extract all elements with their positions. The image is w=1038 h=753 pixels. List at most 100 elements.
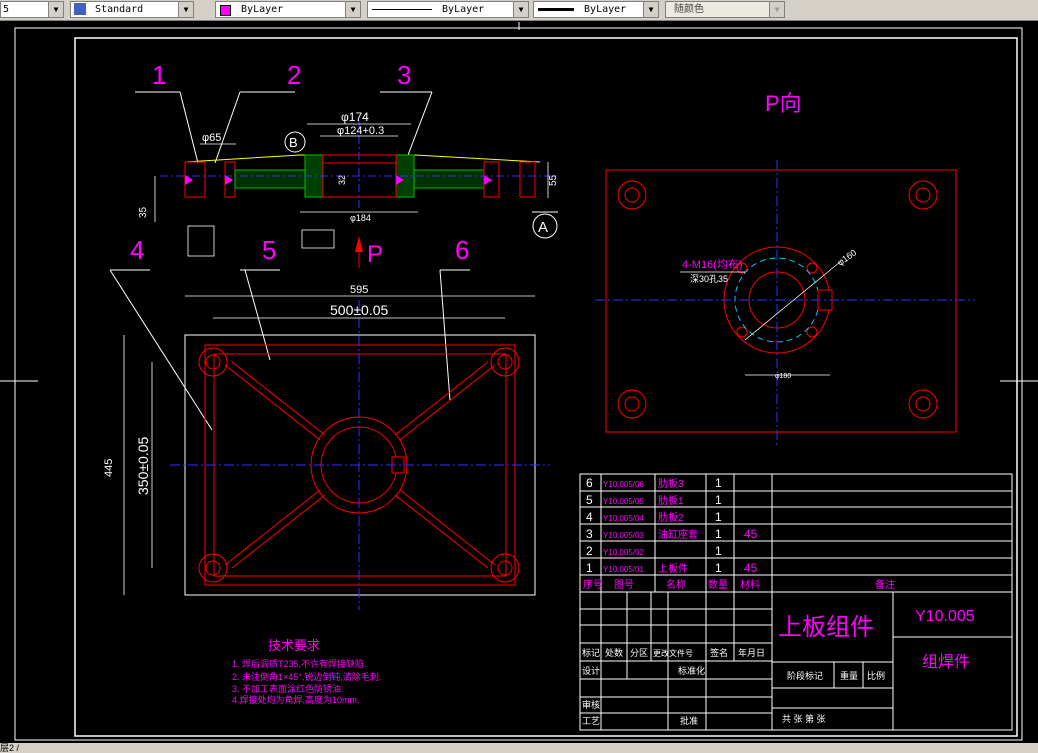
tech-title: 技术要求 xyxy=(268,638,320,653)
tech-line-4: 4.焊接处均为角焊,高度为10mm. xyxy=(232,694,360,705)
standard-label: 标准化 xyxy=(678,665,705,676)
tech-line-3: 3. 不加工表面涂红色防锈油. xyxy=(232,683,344,694)
bom-cell-code: Y10.005/04 xyxy=(603,514,644,523)
text-style-value: Standard xyxy=(95,4,144,15)
bom-cell-code: Y10.005/01 xyxy=(603,565,644,574)
dim-d174: φ174 xyxy=(341,110,369,124)
bom-cell-name: 上板件 xyxy=(658,562,688,575)
dim-35: 35 xyxy=(138,206,149,218)
rev-header-date: 年月日 xyxy=(738,647,765,658)
bom-cell-code: Y10.005/02 xyxy=(603,548,644,557)
view-arrow-label: P xyxy=(367,241,383,268)
canvas-background xyxy=(0,21,1038,743)
bom-header-mat: 材料 xyxy=(740,578,760,591)
dim-d65: φ65 xyxy=(202,132,221,144)
section-b-marker: B xyxy=(289,135,298,150)
bom-header-no: 序号 xyxy=(583,578,603,591)
dim-d184: φ184 xyxy=(350,213,371,223)
balloon-1: 1 xyxy=(152,60,166,90)
balloon-3: 3 xyxy=(397,60,411,90)
chevron-down-icon[interactable]: ▼ xyxy=(769,2,784,17)
weight-label: 重量 xyxy=(840,670,858,681)
bom-cell-name: 肋板3 xyxy=(658,477,684,490)
lineweight-dropdown[interactable]: ByLayer ▼ xyxy=(533,1,659,18)
bom-cell-qty: 1 xyxy=(715,561,722,575)
balloon-6: 6 xyxy=(455,235,469,265)
bom-cell-qty: 1 xyxy=(715,476,722,490)
chevron-down-icon[interactable]: ▼ xyxy=(345,2,360,17)
color-value: ByLayer xyxy=(241,4,284,15)
bom-cell-qty: 1 xyxy=(715,493,722,507)
bom-cell-mat: 45 xyxy=(744,561,758,575)
plotstyle-dropdown[interactable]: 随颜色 ▼ xyxy=(665,1,785,18)
linetype-sample xyxy=(372,8,432,10)
properties-toolbar: 5 ▼ Standard ▼ ByLayer ▼ ByLayer ▼ ByLay… xyxy=(0,0,1038,21)
bom-cell-no: 3 xyxy=(586,527,593,541)
bom-cell-qty: 1 xyxy=(715,510,722,524)
bom-cell-code: Y10.005/05 xyxy=(603,497,644,506)
sheets-label: 共 张 第 张 xyxy=(782,713,826,724)
bom-cell-code: Y10.005/03 xyxy=(603,531,644,540)
bom-header-code: 图号 xyxy=(614,579,634,591)
linetype-dropdown[interactable]: ByLayer ▼ xyxy=(367,1,529,18)
process-label: 工艺 xyxy=(582,716,600,726)
bom-cell-qty: 1 xyxy=(715,544,722,558)
rev-header-doc: 更改文件号 xyxy=(653,648,693,658)
review-label: 审核 xyxy=(582,699,600,710)
dim-595: 595 xyxy=(350,284,368,296)
part-code: Y10.005 xyxy=(915,608,975,625)
scale-label: 比例 xyxy=(867,670,885,681)
chevron-down-icon[interactable]: ▼ xyxy=(643,2,658,17)
weldment-label: 组焊件 xyxy=(922,653,970,671)
bom-header-name: 名称 xyxy=(666,578,686,591)
chevron-down-icon[interactable]: ▼ xyxy=(178,2,193,17)
rev-header-sign: 签名 xyxy=(710,647,728,658)
rev-header-zone: 分区 xyxy=(630,648,648,658)
p-view-title: P向 xyxy=(765,91,802,116)
dim-m16: 4-M16(均布) xyxy=(682,258,743,271)
dim-depth: 深30孔35 xyxy=(690,274,728,284)
design-label: 设计 xyxy=(582,665,600,676)
bom-cell-qty: 1 xyxy=(715,527,722,541)
bom-cell-no: 1 xyxy=(586,561,593,575)
section-a-marker: A xyxy=(538,219,548,236)
bom-cell-mat: 45 xyxy=(744,527,758,541)
bom-cell-no: 6 xyxy=(586,476,593,490)
stage-label: 阶段标记 xyxy=(787,670,823,681)
bom-cell-no: 4 xyxy=(586,510,593,524)
plotstyle-value: 随颜色 xyxy=(674,4,704,15)
dim-350: 350±0.05 xyxy=(135,436,151,495)
dim-500: 500±0.05 xyxy=(330,302,389,318)
dim-445: 445 xyxy=(103,459,115,477)
bom-cell-code: Y10.005/06 xyxy=(603,480,644,489)
approve-label: 批准 xyxy=(680,715,698,726)
dim-55: 55 xyxy=(548,174,559,186)
part-name: 上板组件 xyxy=(778,614,874,641)
dim-d180: φ180 xyxy=(775,373,791,380)
dim-d124: φ124+0.3 xyxy=(337,125,384,137)
bom-cell-name: 油缸座套 xyxy=(658,528,698,541)
model-space-canvas[interactable]: 1 2 3 φ174 φ124+0.3 φ65 φ184 35 55 32 B … xyxy=(0,21,1038,743)
bom-cell-name: 肋板1 xyxy=(658,494,684,507)
color-swatch xyxy=(220,5,231,16)
lineweight-value: ByLayer xyxy=(584,4,627,15)
lineweight-sample xyxy=(538,7,574,11)
layer-dropdown[interactable]: 5 ▼ xyxy=(0,1,64,18)
dim-32: 32 xyxy=(337,175,347,185)
chevron-down-icon[interactable]: ▼ xyxy=(48,2,63,17)
color-dropdown[interactable]: ByLayer ▼ xyxy=(215,1,361,18)
bom-header-note: 备注 xyxy=(875,578,895,591)
status-bar: 层2 / xyxy=(0,743,1038,753)
text-style-dropdown[interactable]: Standard ▼ xyxy=(70,1,194,18)
status-text: 层2 / xyxy=(0,743,20,753)
balloon-4: 4 xyxy=(130,235,144,265)
tech-line-2: 2. 未注倒角1×45°,锐边倒钝,清除毛刺. xyxy=(232,671,381,682)
rev-header-count: 处数 xyxy=(605,647,623,658)
balloon-2: 2 xyxy=(287,60,301,90)
balloon-5: 5 xyxy=(262,235,276,265)
chevron-down-icon[interactable]: ▼ xyxy=(513,2,528,17)
text-style-icon xyxy=(74,3,86,15)
linetype-value: ByLayer xyxy=(442,4,485,15)
tech-line-1: 1. 焊后调质T235,不许有焊接缺陷. xyxy=(232,658,367,669)
bom-header-qty: 数量 xyxy=(708,578,728,591)
